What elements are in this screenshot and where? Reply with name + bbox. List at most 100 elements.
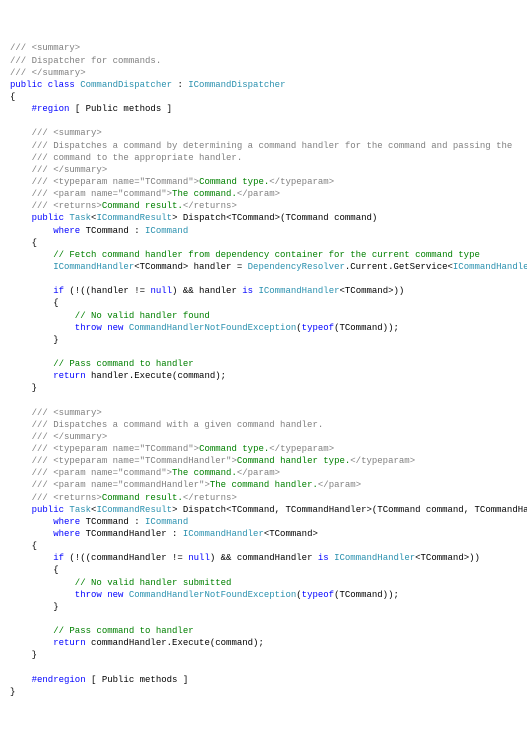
xmldoc: "> bbox=[161, 189, 172, 199]
text: ) && commandHandler bbox=[210, 553, 318, 563]
keyword: is bbox=[318, 553, 329, 563]
xmldoc: /// <returns> bbox=[10, 201, 102, 211]
comment: // Pass command to handler bbox=[10, 626, 194, 636]
xmldoc: "> bbox=[226, 456, 237, 466]
type: ICommand bbox=[145, 517, 188, 527]
type: CommandHandlerNotFoundException bbox=[129, 323, 296, 333]
xmldoc: /// </summary> bbox=[10, 68, 86, 78]
type: Task bbox=[69, 505, 91, 515]
xmldoc-text: Command result. bbox=[102, 493, 183, 503]
type: Task bbox=[69, 213, 91, 223]
keyword: public bbox=[10, 505, 69, 515]
text: handler.Execute(command); bbox=[86, 371, 226, 381]
xmldoc: /// <summary> bbox=[10, 128, 102, 138]
text: : bbox=[172, 80, 188, 90]
type: ICommandResult bbox=[96, 213, 172, 223]
keyword: return bbox=[10, 638, 86, 648]
keyword: #region bbox=[10, 104, 69, 114]
keyword: null bbox=[188, 553, 210, 563]
xmldoc: </param> bbox=[318, 480, 361, 490]
keyword: return bbox=[10, 371, 86, 381]
keyword: throw new bbox=[10, 590, 129, 600]
brace: } bbox=[10, 687, 15, 697]
keyword: throw new bbox=[10, 323, 129, 333]
text: (TCommand)); bbox=[334, 323, 399, 333]
brace: { bbox=[10, 238, 37, 248]
type: DependencyResolver bbox=[248, 262, 345, 272]
xmldoc: /// command to the appropriate handler. bbox=[10, 153, 242, 163]
type: ICommandHandler bbox=[329, 553, 415, 563]
brace: { bbox=[10, 541, 37, 551]
xmldoc: </param> bbox=[237, 468, 280, 478]
xmldoc: </typeparam> bbox=[269, 177, 334, 187]
comment: // Fetch command handler from dependency… bbox=[10, 250, 480, 260]
keyword: where bbox=[10, 226, 80, 236]
keyword: where bbox=[10, 529, 80, 539]
text: (TCommand)); bbox=[334, 590, 399, 600]
text: <TCommand>)) bbox=[340, 286, 405, 296]
xmldoc: /// Dispatches a command with a given co… bbox=[10, 420, 323, 430]
text: commandHandler.Execute(command); bbox=[86, 638, 264, 648]
xmldoc-text: Command type. bbox=[199, 177, 269, 187]
text: <TCommand> bbox=[264, 529, 318, 539]
xmldoc-text: Command result. bbox=[102, 201, 183, 211]
keyword: if bbox=[10, 553, 64, 563]
type: ICommandHandler bbox=[183, 529, 264, 539]
xmldoc: </typeparam> bbox=[269, 444, 334, 454]
brace: } bbox=[10, 335, 59, 345]
keyword: null bbox=[150, 286, 172, 296]
xmldoc: "> bbox=[199, 480, 210, 490]
code-block: /// <summary> /// Dispatcher for command… bbox=[10, 42, 517, 698]
xmldoc-text: The command handler. bbox=[210, 480, 318, 490]
xmldoc: "> bbox=[188, 444, 199, 454]
xmldoc-id: TCommand bbox=[145, 444, 188, 454]
xmldoc: /// Dispatches a command by determining … bbox=[10, 141, 512, 151]
brace: } bbox=[10, 383, 37, 393]
brace: { bbox=[10, 92, 15, 102]
type: ICommandResult bbox=[96, 505, 172, 515]
keyword: is bbox=[242, 286, 253, 296]
keyword: typeof bbox=[302, 323, 334, 333]
xmldoc-id: commandHandler bbox=[123, 480, 199, 490]
keyword: if bbox=[10, 286, 64, 296]
xmldoc: /// <typeparam name=" bbox=[10, 444, 145, 454]
text: > Dispatch<TCommand, TCommandHandler>(TC… bbox=[172, 505, 527, 515]
xmldoc: /// <summary> bbox=[10, 43, 80, 53]
text: [ Public methods ] bbox=[86, 675, 189, 685]
brace: } bbox=[10, 650, 37, 660]
type: ICommand bbox=[145, 226, 188, 236]
text: > Dispatch<TCommand>(TCommand command) bbox=[172, 213, 377, 223]
comment: // No valid handler submitted bbox=[10, 578, 231, 588]
type: ICommandHandler bbox=[10, 262, 134, 272]
xmldoc: /// <typeparam name=" bbox=[10, 177, 145, 187]
xmldoc: /// </summary> bbox=[10, 165, 107, 175]
xmldoc-text: Command type. bbox=[199, 444, 269, 454]
xmldoc: </param> bbox=[237, 189, 280, 199]
xmldoc: "> bbox=[188, 177, 199, 187]
xmldoc-id: TCommand bbox=[145, 177, 188, 187]
xmldoc: </returns> bbox=[183, 493, 237, 503]
brace: { bbox=[10, 565, 59, 575]
text: .Current.GetService< bbox=[345, 262, 453, 272]
xmldoc: /// </summary> bbox=[10, 432, 107, 442]
comment: // No valid handler found bbox=[10, 311, 210, 321]
text: TCommand : bbox=[80, 517, 145, 527]
keyword: where bbox=[10, 517, 80, 527]
xmldoc: </returns> bbox=[183, 201, 237, 211]
text: <TCommand>)) bbox=[415, 553, 480, 563]
xmldoc: /// <param name=" bbox=[10, 189, 123, 199]
type: ICommandDispatcher bbox=[188, 80, 285, 90]
text: [ Public methods ] bbox=[69, 104, 172, 114]
type: CommandHandlerNotFoundException bbox=[129, 590, 296, 600]
type: ICommandHandler bbox=[453, 262, 527, 272]
keyword: public bbox=[10, 213, 69, 223]
text: TCommand : bbox=[80, 226, 145, 236]
xmldoc-id: TCommandHandler bbox=[145, 456, 226, 466]
xmldoc: /// <typeparam name=" bbox=[10, 456, 145, 466]
xmldoc: /// <summary> bbox=[10, 408, 102, 418]
keyword: typeof bbox=[302, 590, 334, 600]
comment: // Pass command to handler bbox=[10, 359, 194, 369]
text: <TCommand> handler = bbox=[134, 262, 247, 272]
xmldoc-text: Command handler type. bbox=[237, 456, 350, 466]
xmldoc-id: command bbox=[123, 468, 161, 478]
